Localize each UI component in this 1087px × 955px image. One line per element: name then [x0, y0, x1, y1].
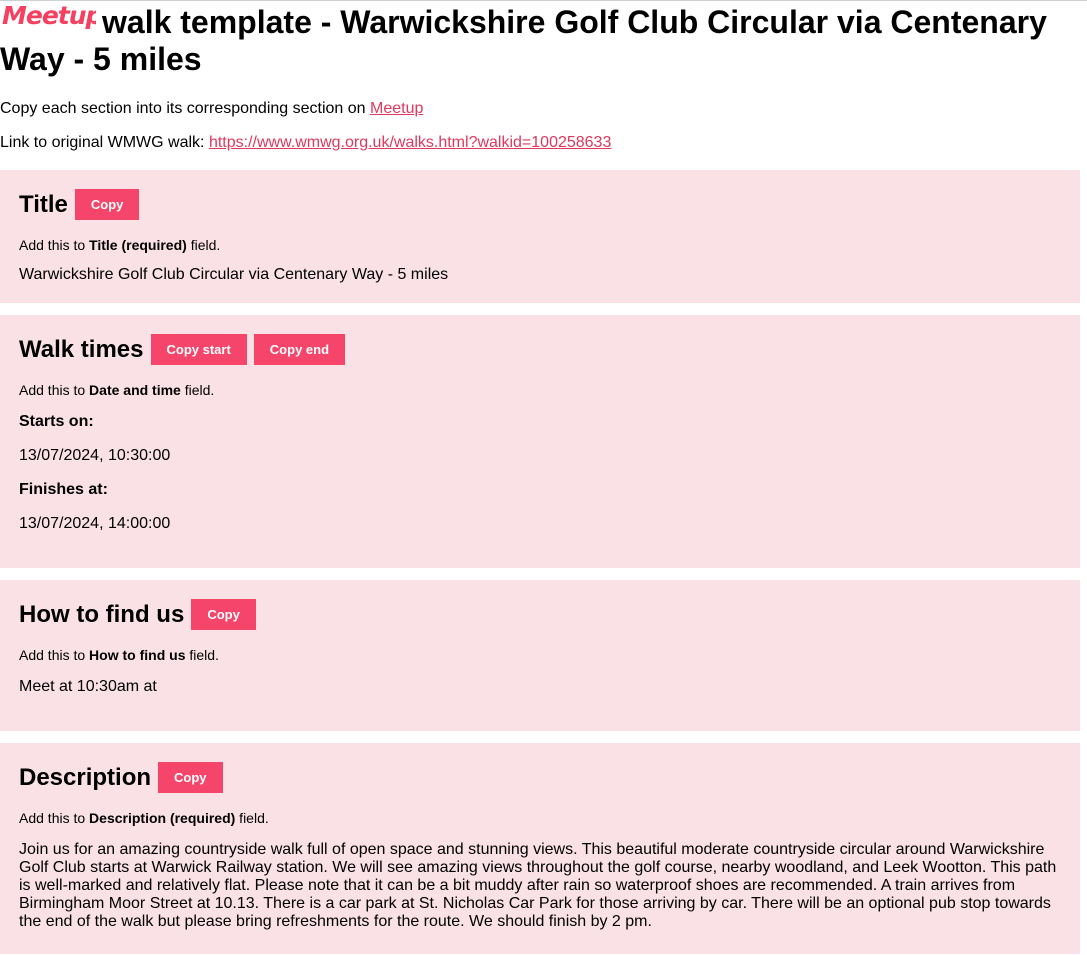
hint-description: Add this to Description (required) field…	[19, 810, 269, 826]
finishes-label: Finishes at:	[19, 481, 108, 498]
starts-label: Starts on:	[19, 413, 94, 430]
section-heading-title: Title Copy	[19, 189, 140, 220]
section-heading-walk-times: Walk times Copy start Copy end	[19, 334, 346, 365]
section-title: Title Copy Add this to Title (required) …	[0, 170, 1080, 303]
page-title-text: walk template - Warwickshire Golf Club C…	[0, 4, 1047, 77]
find-us-value: Meet at 10:30am at	[19, 678, 157, 695]
title-value: Warwickshire Golf Club Circular via Cent…	[19, 266, 449, 283]
section-how-to-find-us: How to find us Copy Add this to How to f…	[0, 580, 1080, 731]
copy-description-button[interactable]: Copy	[158, 762, 223, 793]
section-description: Description Copy Add this to Description…	[0, 743, 1080, 954]
hint-how-to-find-us: Add this to How to find us field.	[19, 647, 219, 663]
copy-start-button[interactable]: Copy start	[150, 334, 247, 365]
meetup-logo: Meetup	[0, 0, 96, 38]
hint-title: Add this to Title (required) field.	[19, 237, 221, 253]
top-border	[0, 0, 1087, 1]
original-walk-link[interactable]: https://www.wmwg.org.uk/walks.html?walki…	[209, 134, 611, 151]
copy-end-button[interactable]: Copy end	[253, 334, 346, 365]
svg-text:Meetup: Meetup	[2, 1, 96, 30]
intro-copy-instructions: Copy each section into its corresponding…	[0, 100, 424, 117]
finishes-value: 13/07/2024, 14:00:00	[19, 515, 171, 532]
meetup-link[interactable]: Meetup	[370, 100, 423, 117]
copy-find-us-button[interactable]: Copy	[191, 599, 256, 630]
starts-value: 13/07/2024, 10:30:00	[19, 447, 171, 464]
section-heading-how-to-find-us: How to find us Copy	[19, 599, 256, 630]
hint-walk-times: Add this to Date and time field.	[19, 382, 215, 398]
section-heading-description: Description Copy	[19, 762, 223, 793]
description-value: Join us for an amazing countryside walk …	[19, 841, 1057, 930]
page-title: Meetup walk template - Warwickshire Golf…	[0, 0, 1080, 78]
copy-title-button[interactable]: Copy	[74, 189, 140, 220]
intro-original-link-line: Link to original WMWG walk: https://www.…	[0, 134, 612, 151]
section-walk-times: Walk times Copy start Copy end Add this …	[0, 315, 1080, 568]
